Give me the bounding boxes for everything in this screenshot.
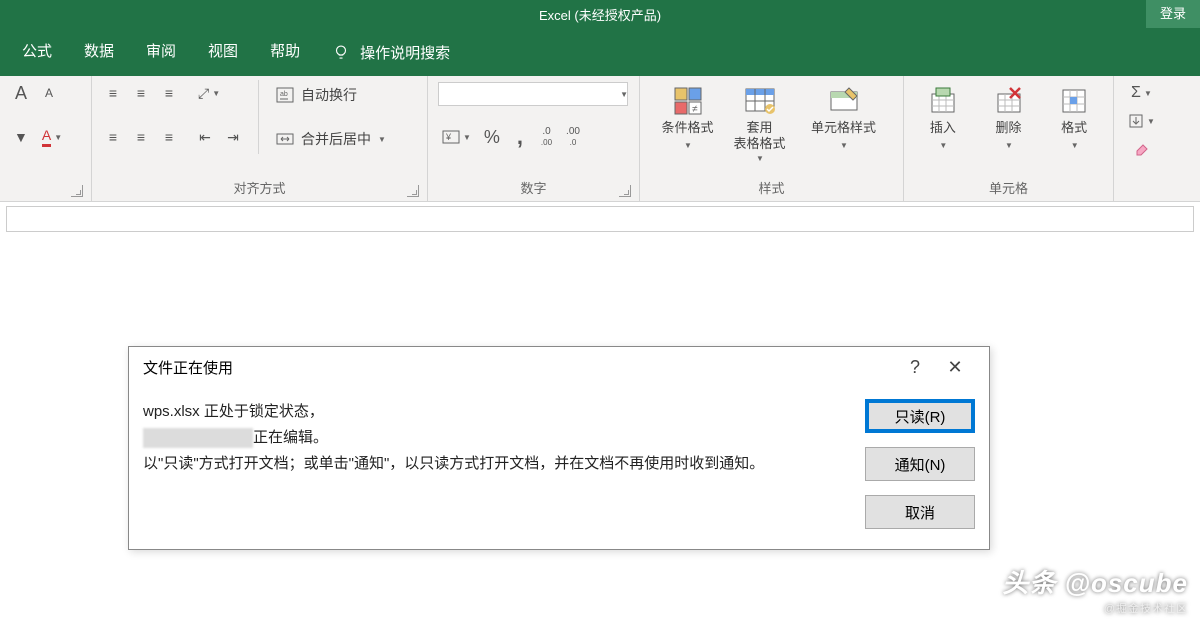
increase-font-icon[interactable]: A [10, 82, 32, 104]
ribbon: A A ▼ A▼ ≡ ≡ ≡ ≡ [0, 76, 1200, 202]
group-editing: Σ▼ ▼ [1114, 76, 1200, 201]
tab-review[interactable]: 审阅 [130, 28, 192, 76]
clear-button[interactable] [1124, 138, 1159, 160]
percent-button[interactable]: % [481, 126, 503, 148]
tell-me-label: 操作说明搜索 [360, 42, 450, 63]
number-group-label: 数字 [520, 181, 546, 196]
group-font: A A ▼ A▼ [0, 76, 92, 201]
tab-data[interactable]: 数据 [68, 28, 130, 76]
comma-button[interactable]: , [509, 126, 531, 148]
insert-cells-icon [926, 84, 960, 118]
fill-button[interactable]: ▼ [1124, 110, 1159, 132]
alignment-launcher-icon[interactable] [407, 185, 419, 197]
formula-bar[interactable] [6, 206, 1194, 232]
merge-center-label: 合并后居中 [301, 129, 371, 149]
delete-cells-icon [992, 84, 1026, 118]
insert-cells-button[interactable]: 插入▼ [910, 80, 976, 154]
cell-styles-button[interactable]: 单元格样式▼ [799, 80, 889, 154]
dialog-help-button[interactable]: ? [895, 347, 935, 387]
login-button[interactable]: 登录 [1146, 0, 1200, 28]
font-launcher-icon[interactable] [71, 185, 83, 197]
dialog-title: 文件正在使用 [143, 357, 233, 378]
number-format-dropdown[interactable] [438, 82, 628, 106]
wrap-text-icon: ab [275, 85, 295, 105]
format-as-table-icon [743, 84, 777, 118]
orientation-button[interactable]: ⤢▼ [194, 82, 224, 104]
tab-help[interactable]: 帮助 [254, 28, 316, 76]
align-center-icon[interactable]: ≡ [130, 126, 152, 148]
tell-me-search[interactable]: 操作说明搜索 [316, 42, 466, 63]
watermark: 头条 @oscube @掘金技术社区 [1002, 563, 1188, 616]
merge-center-button[interactable]: 合并后居中 ▼ [269, 126, 392, 152]
align-right-icon[interactable]: ≡ [158, 126, 180, 148]
app-title: Excel (未经授权产品) [539, 5, 661, 24]
dialog-message: wps.xlsx 正处于锁定状态， 正在编辑。 以"只读"方式打开文档；或单击"… [143, 399, 845, 529]
notify-button[interactable]: 通知(N) [865, 447, 975, 481]
svg-text:ab: ab [280, 91, 288, 98]
tab-view[interactable]: 视图 [192, 28, 254, 76]
svg-text:≠: ≠ [692, 104, 698, 115]
format-as-table-button[interactable]: 套用 表格格式 ▼ [721, 80, 799, 163]
decrease-decimal-button[interactable]: .00.0 [562, 126, 584, 148]
border-dropdown[interactable]: ▼ [10, 126, 32, 148]
conditional-formatting-button[interactable]: ≠ 条件格式▼ [655, 80, 721, 154]
group-cells: 插入▼ 删除▼ 格式▼ 单元格 [904, 76, 1114, 201]
align-left-icon[interactable]: ≡ [102, 126, 124, 148]
bulb-icon [332, 43, 350, 61]
number-launcher-icon[interactable] [619, 185, 631, 197]
decrease-font-icon[interactable]: A [38, 82, 60, 104]
group-alignment: ≡ ≡ ≡ ≡ ≡ ≡ ⤢▼ ⇤ ⇥ [92, 76, 428, 201]
increase-decimal-button[interactable]: .0.00 [537, 126, 556, 148]
group-number: ▼ ¥▼ % , .0.00 .00.0 数字 [428, 76, 640, 201]
increase-indent-icon[interactable]: ⇥ [222, 126, 244, 148]
autosum-button[interactable]: Σ▼ [1124, 82, 1159, 104]
group-styles: ≠ 条件格式▼ 套用 表格格式 ▼ 单元格样式▼ 样式 [640, 76, 904, 201]
cell-styles-icon [827, 84, 861, 118]
conditional-formatting-icon: ≠ [671, 84, 705, 118]
accounting-format-button[interactable]: ¥▼ [438, 126, 475, 148]
wrap-text-button[interactable]: ab 自动换行 [269, 82, 392, 108]
cancel-button[interactable]: 取消 [865, 495, 975, 529]
svg-text:¥: ¥ [445, 132, 452, 142]
dialog-close-button[interactable]: ✕ [935, 347, 975, 387]
menu-bar: 公式 数据 审阅 视图 帮助 操作说明搜索 [0, 28, 1200, 76]
decrease-indent-icon[interactable]: ⇤ [194, 126, 216, 148]
align-bottom-icon[interactable]: ≡ [158, 82, 180, 104]
format-cells-icon [1057, 84, 1091, 118]
delete-cells-button[interactable]: 删除▼ [976, 80, 1042, 154]
font-color-button[interactable]: A▼ [38, 126, 66, 148]
align-middle-icon[interactable]: ≡ [130, 82, 152, 104]
format-cells-button[interactable]: 格式▼ [1041, 80, 1107, 154]
cells-group-label: 单元格 [989, 181, 1028, 196]
merge-center-icon [275, 129, 295, 149]
styles-group-label: 样式 [758, 181, 784, 196]
readonly-button[interactable]: 只读(R) [865, 399, 975, 433]
alignment-group-label: 对齐方式 [233, 181, 285, 196]
dialog-title-bar: 文件正在使用 ? ✕ [129, 347, 989, 387]
wrap-text-label: 自动换行 [301, 85, 357, 105]
align-top-icon[interactable]: ≡ [102, 82, 124, 104]
file-in-use-dialog: 文件正在使用 ? ✕ wps.xlsx 正处于锁定状态， 正在编辑。 以"只读"… [128, 346, 990, 550]
title-bar: Excel (未经授权产品) 登录 [0, 0, 1200, 28]
redacted-user [143, 428, 253, 448]
tab-formulas[interactable]: 公式 [6, 28, 68, 76]
